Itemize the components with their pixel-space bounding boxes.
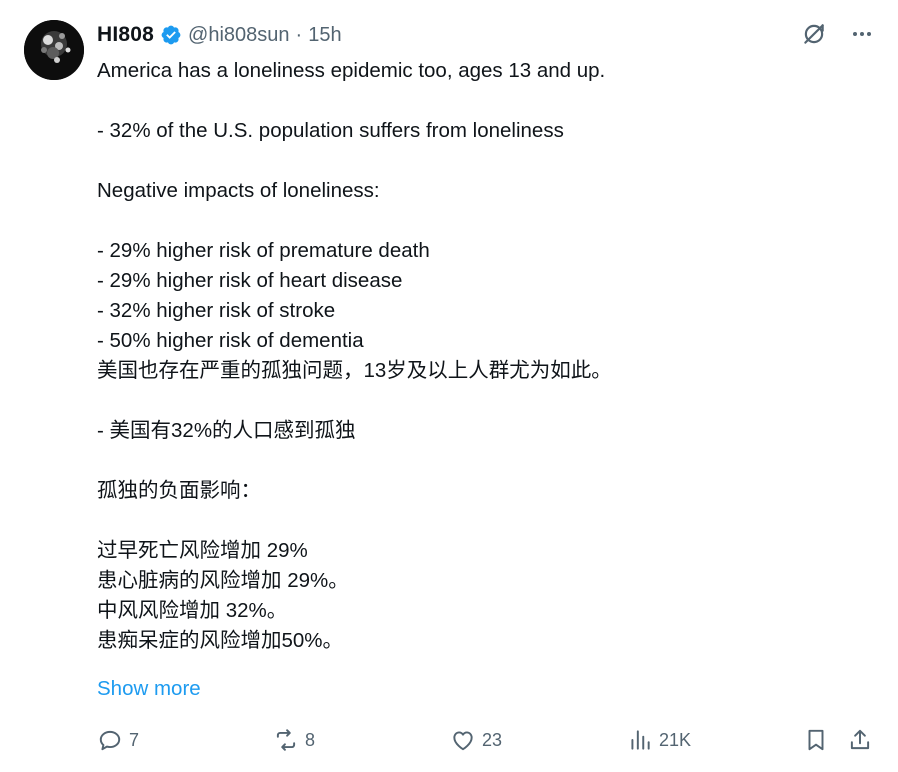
like-icon: [453, 731, 473, 751]
avatar[interactable]: [24, 20, 84, 80]
like-button[interactable]: 23: [450, 722, 502, 758]
repost-count: 8: [305, 729, 316, 750]
grok-icon[interactable]: [800, 20, 828, 48]
reply-icon: [99, 730, 121, 751]
tweet-line: - 32% of the U.S. population suffers fro…: [97, 119, 564, 142]
verified-badge-icon[interactable]: [160, 24, 182, 46]
tweet-header: HI808 @hi808sun · 15h: [97, 19, 342, 51]
tweet-line: [97, 146, 857, 176]
tweet-line: - 美国有32%的人口感到孤独: [97, 419, 356, 442]
tweet-line: 患痴呆症的风险增加50%。: [97, 629, 344, 652]
tweet[interactable]: HI808 @hi808sun · 15h America has a lone…: [0, 0, 898, 772]
tweet-line: - 29% higher risk of heart disease: [97, 269, 403, 292]
timestamp[interactable]: 15h: [308, 24, 341, 47]
display-name[interactable]: HI808: [97, 23, 154, 47]
separator-dot: ·: [295, 23, 303, 46]
repost-icon: [276, 729, 296, 751]
tweet-line: [97, 86, 857, 116]
tweet-line: 中风风险增加 32%。: [97, 599, 288, 622]
more-icon[interactable]: [848, 20, 876, 48]
tweet-line: [97, 506, 857, 536]
tweet-line: - 50% higher risk of dementia: [97, 329, 364, 352]
tweet-text: America has a loneliness epidemic too, a…: [97, 56, 857, 656]
tweet-line: [97, 386, 857, 416]
views-count: 21K: [659, 729, 692, 750]
bookmark-icon: [808, 729, 824, 751]
share-button[interactable]: [847, 722, 873, 758]
handle[interactable]: @hi808sun: [188, 24, 289, 47]
reply-button[interactable]: 7: [97, 722, 139, 758]
top-actions: [800, 20, 876, 48]
tweet-line: 患心脏病的风险增加 29%。: [97, 569, 349, 592]
bookmark-button[interactable]: [803, 722, 829, 758]
share-icon: [850, 729, 870, 750]
tweet-line: Negative impacts of loneliness:: [97, 179, 380, 202]
avatar-image: [24, 20, 84, 80]
tweet-line: 美国也存在严重的孤独问题，13岁及以上人群尤为如此。: [97, 359, 612, 382]
views-icon: [631, 730, 650, 750]
tweet-line: 过早死亡风险增加 29%: [97, 539, 308, 562]
tweet-line: America has a loneliness epidemic too, a…: [97, 59, 606, 82]
tweet-line: 孤独的负面影响：: [97, 479, 261, 502]
show-more-link[interactable]: Show more: [97, 677, 201, 701]
like-count: 23: [482, 729, 503, 750]
views-button[interactable]: 21K: [627, 722, 691, 758]
tweet-line: [97, 206, 857, 236]
tweet-line: [97, 446, 857, 476]
repost-button[interactable]: 8: [273, 722, 315, 758]
tweet-line: - 32% higher risk of stroke: [97, 299, 336, 322]
action-bar: 7 8 23 21K: [97, 722, 877, 758]
reply-count: 7: [129, 729, 140, 750]
tweet-line: - 29% higher risk of premature death: [97, 239, 430, 262]
